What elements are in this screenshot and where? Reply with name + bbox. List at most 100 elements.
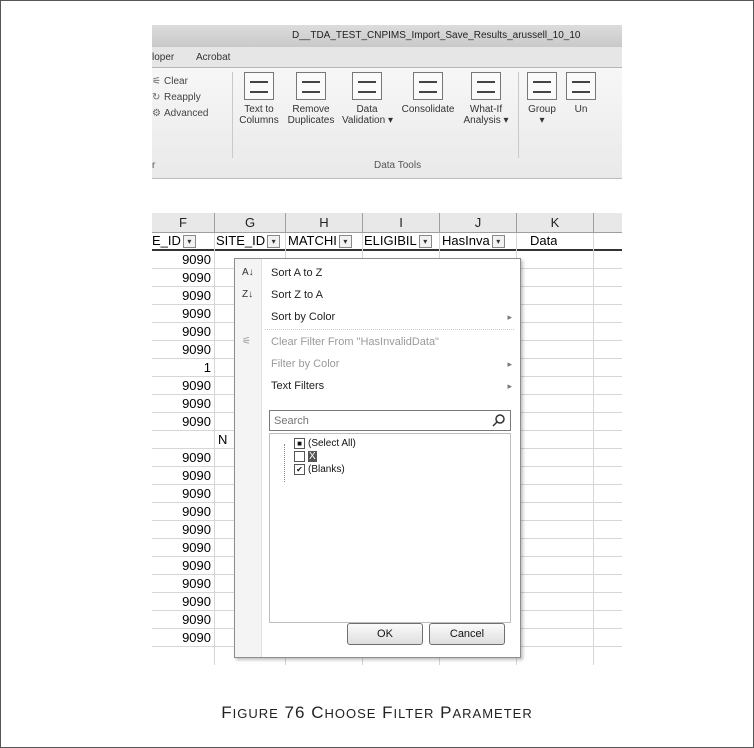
filter-dropdown-icon[interactable]: ▾ xyxy=(418,235,432,249)
filter-search-box[interactable] xyxy=(269,410,511,431)
remove-duplicates-button[interactable]: Remove Duplicates xyxy=(284,72,338,126)
tab-developer[interactable]: loper xyxy=(152,52,174,63)
cell-f[interactable]: 9090 xyxy=(152,413,214,430)
checked-checkbox-icon[interactable]: ✔ xyxy=(294,464,305,475)
header-cell-matchi[interactable]: MATCHI ▾ xyxy=(288,233,352,249)
sort-by-color-item[interactable]: Sort by Color xyxy=(271,311,511,323)
menu-icon-gutter xyxy=(235,259,262,657)
data-validation-button[interactable]: Data Validation ▾ xyxy=(342,72,393,126)
cell-f[interactable]: 9090 xyxy=(152,467,214,484)
figure-caption: FIGURE 76 CHOOSE FILTER PARAMETER xyxy=(221,703,533,722)
clear-button[interactable]: ⚟ Clear xyxy=(152,74,208,90)
cell-f[interactable]: 9090 xyxy=(152,503,214,520)
column-header-j[interactable]: J xyxy=(440,213,517,232)
reapply-icon: ↻ xyxy=(152,92,161,103)
column-header-i[interactable]: I xyxy=(363,213,440,232)
cell-f[interactable]: 9090 xyxy=(152,305,214,322)
header-cell-e-id[interactable]: E_ID ▾ xyxy=(152,233,196,249)
group-separator xyxy=(232,72,233,158)
column-header-g[interactable]: G xyxy=(215,213,286,232)
header-cell-data[interactable]: Data xyxy=(530,233,557,249)
cell-f[interactable]: 9090 xyxy=(152,611,214,628)
text-to-columns-icon xyxy=(244,72,274,100)
consolidate-button[interactable]: Consolidate xyxy=(396,72,460,115)
value-item-x[interactable]: X xyxy=(294,451,317,463)
unchecked-checkbox-icon[interactable] xyxy=(294,451,305,462)
table-header-row: E_ID ▾ SITE_ID ▾ MATCHI ▾ ELIGIBIL ▾ HasInva… xyxy=(152,233,622,251)
filter-value-list: ■ (Select All) X ✔ (Blanks) xyxy=(269,433,511,623)
select-all-item[interactable]: ■ (Select All) xyxy=(294,438,356,449)
column-header-h[interactable]: H xyxy=(286,213,363,232)
text-to-columns-button[interactable]: Text to Columns xyxy=(236,72,282,126)
column-headers: F G H I J K xyxy=(152,213,622,233)
cancel-button[interactable]: Cancel xyxy=(429,623,505,645)
ribbon-tabs: loper Acrobat xyxy=(152,47,622,68)
sort-filter-group: ⚟ Clear ↻ Reapply ⚙ Advanced xyxy=(152,74,208,122)
cell-f[interactable]: 9090 xyxy=(152,377,214,394)
cell-f[interactable]: 9090 xyxy=(152,269,214,286)
clear-filter-icon: ⚟ xyxy=(152,76,161,87)
what-if-icon xyxy=(471,72,501,100)
sort-a-to-z-icon: A↓ xyxy=(242,267,254,278)
cell-f[interactable]: 9090 xyxy=(152,449,214,466)
title-bar: D__TDA_TEST_CNPIMS_Import_Save_Results_a… xyxy=(152,25,622,47)
submenu-arrow-icon: ▸ xyxy=(507,359,512,369)
cell-f[interactable]: 9090 xyxy=(152,539,214,556)
cell-f[interactable]: 9090 xyxy=(152,593,214,610)
filter-dropdown-icon[interactable]: ▾ xyxy=(182,235,196,249)
cell-f[interactable]: 9090 xyxy=(152,287,214,304)
advanced-button[interactable]: ⚙ Advanced xyxy=(152,106,208,122)
column-header-f[interactable]: F xyxy=(152,213,215,232)
filter-dropdown-icon[interactable]: ▾ xyxy=(338,235,352,249)
remove-duplicates-icon xyxy=(296,72,326,100)
submenu-arrow-icon: ▸ xyxy=(507,381,512,391)
excel-screenshot: D__TDA_TEST_CNPIMS_Import_Save_Results_a… xyxy=(152,25,622,665)
group-separator xyxy=(518,72,519,158)
sort-z-to-a-icon: Z↓ xyxy=(242,289,254,300)
data-validation-icon xyxy=(352,72,382,100)
cell-f[interactable]: 9090 xyxy=(152,251,214,268)
data-tools-label: Data Tools xyxy=(374,160,422,171)
filter-dropdown-icon[interactable]: ▾ xyxy=(491,235,505,249)
filter-dropdown-icon[interactable]: ▾ xyxy=(267,235,281,249)
ribbon-data: ⚟ Clear ↻ Reapply ⚙ Advanced r Text to Colu… xyxy=(152,68,622,179)
advanced-filter-icon: ⚙ xyxy=(152,108,161,119)
search-icon xyxy=(492,414,505,427)
indeterminate-checkbox-icon[interactable]: ■ xyxy=(294,438,305,449)
cell-f[interactable]: 1 xyxy=(152,359,214,376)
cell-f[interactable]: 9090 xyxy=(152,557,214,574)
cell-f[interactable]: 9090 xyxy=(152,521,214,538)
window-title: D__TDA_TEST_CNPIMS_Import_Save_Results_a… xyxy=(292,30,581,41)
cell-f[interactable]: 9090 xyxy=(152,395,214,412)
clear-filter-icon: ⚟ xyxy=(242,336,251,347)
sort-filter-group-label: r xyxy=(152,160,156,171)
cell-f[interactable]: 9090 xyxy=(152,341,214,358)
cell-f[interactable]: 9090 xyxy=(152,323,214,340)
blanks-item[interactable]: ✔ (Blanks) xyxy=(294,464,345,475)
sort-z-to-a-item[interactable]: Sort Z to A xyxy=(271,289,323,301)
consolidate-icon xyxy=(413,72,443,100)
submenu-arrow-icon: ▸ xyxy=(507,312,512,322)
what-if-analysis-button[interactable]: What-If Analysis ▾ xyxy=(460,72,512,126)
cell-g[interactable]: N xyxy=(218,431,227,448)
group-icon xyxy=(527,72,557,100)
cell-f[interactable]: 9090 xyxy=(152,575,214,592)
autofilter-dropdown: A↓ Sort A to Z Z↓ Sort Z to A Sort by Co… xyxy=(234,258,521,658)
ok-button[interactable]: OK xyxy=(347,623,423,645)
clear-filter-item[interactable]: Clear Filter From "HasInvalidData" xyxy=(271,336,439,348)
tab-acrobat[interactable]: Acrobat xyxy=(196,52,230,63)
filter-by-color-item[interactable]: Filter by Color xyxy=(271,358,339,370)
cell-f[interactable]: 9090 xyxy=(152,485,214,502)
filter-search-input[interactable] xyxy=(270,412,488,430)
header-cell-site-id[interactable]: SITE_ID ▾ xyxy=(216,233,281,249)
reapply-button[interactable]: ↻ Reapply xyxy=(152,90,208,106)
text-filters-item[interactable]: Text Filters xyxy=(271,380,324,392)
sort-a-to-z-item[interactable]: Sort A to Z xyxy=(271,267,322,279)
header-cell-eligibil[interactable]: ELIGIBIL ▾ xyxy=(364,233,432,249)
cell-f[interactable]: 9090 xyxy=(152,629,214,646)
tree-line xyxy=(284,444,285,482)
column-header-k[interactable]: K xyxy=(517,213,594,232)
header-cell-hasinva[interactable]: HasInva ▾ xyxy=(442,233,505,249)
ungroup-button[interactable]: Un xyxy=(566,72,596,115)
group-button[interactable]: Group ▾ xyxy=(522,72,562,126)
